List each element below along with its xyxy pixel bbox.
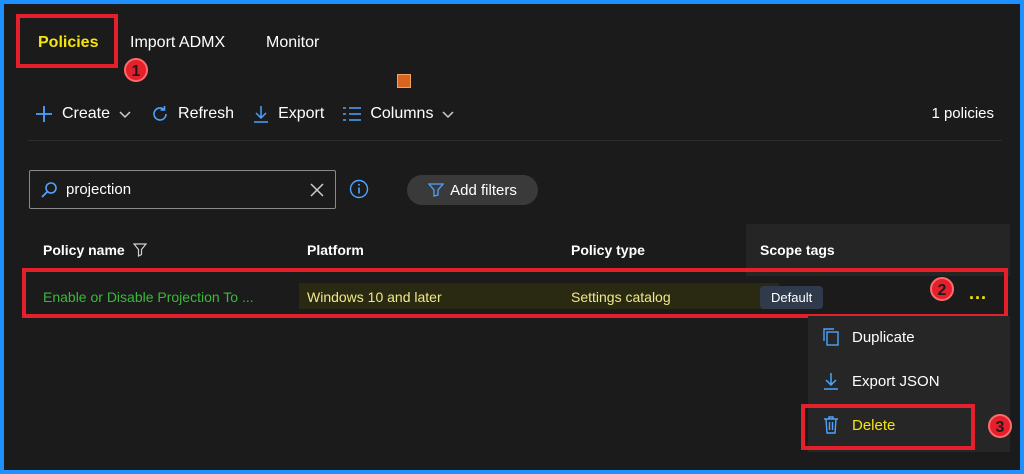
highlight-box-policy-row	[22, 268, 1008, 318]
chevron-down-icon	[119, 111, 131, 119]
toolbar-divider	[28, 140, 1002, 141]
search-icon	[41, 181, 57, 198]
highlight-box-delete	[801, 404, 975, 450]
column-header-platform[interactable]: Platform	[307, 242, 364, 258]
create-label: Create	[62, 105, 111, 122]
columns-label: Columns	[370, 105, 434, 122]
tab-monitor[interactable]: Monitor	[266, 34, 319, 52]
step-badge-2: 2	[930, 277, 954, 301]
logo-icon	[397, 74, 411, 88]
step-badge-3: 3	[988, 414, 1012, 438]
export-button[interactable]: Export	[252, 104, 324, 124]
add-filters-button[interactable]: Add filters	[407, 175, 538, 205]
refresh-label: Refresh	[178, 105, 235, 122]
add-filters-label: Add filters	[450, 181, 517, 199]
menu-item-duplicate[interactable]: Duplicate	[822, 327, 915, 347]
download-icon	[254, 106, 269, 123]
search-input[interactable]: projection	[66, 181, 309, 198]
toolbar: Create Refresh Export Columns	[34, 100, 473, 128]
filter-icon[interactable]	[132, 243, 147, 257]
menu-item-export-json[interactable]: Export JSON	[822, 371, 940, 391]
info-icon[interactable]	[349, 179, 369, 199]
columns-icon	[343, 107, 362, 121]
refresh-button[interactable]: Refresh	[150, 104, 234, 124]
app-frame: Policies Import ADMX Monitor 1 Create Re…	[0, 0, 1024, 474]
menu-item-label: Export JSON	[852, 372, 940, 390]
search-box[interactable]: projection	[29, 170, 336, 209]
export-label: Export	[278, 105, 325, 122]
column-header-policy-type[interactable]: Policy type	[571, 242, 645, 258]
column-header-policy-name[interactable]: Policy name	[43, 242, 147, 258]
policy-count: 1 policies	[931, 105, 994, 122]
create-button[interactable]: Create	[34, 104, 132, 124]
plus-icon	[36, 106, 52, 122]
column-header-label: Policy name	[43, 242, 125, 258]
chevron-down-icon	[442, 111, 454, 119]
columns-button[interactable]: Columns	[342, 105, 455, 123]
filter-icon	[428, 183, 445, 197]
copy-icon	[823, 328, 839, 346]
highlight-box-policies-tab	[16, 14, 118, 68]
step-badge-1: 1	[124, 58, 148, 82]
menu-item-label: Duplicate	[852, 328, 915, 346]
tab-import-admx[interactable]: Import ADMX	[130, 34, 225, 52]
download-icon	[824, 373, 838, 390]
clear-icon[interactable]	[309, 182, 325, 198]
refresh-icon	[153, 106, 167, 121]
column-header-scope-tags[interactable]: Scope tags	[760, 242, 835, 258]
